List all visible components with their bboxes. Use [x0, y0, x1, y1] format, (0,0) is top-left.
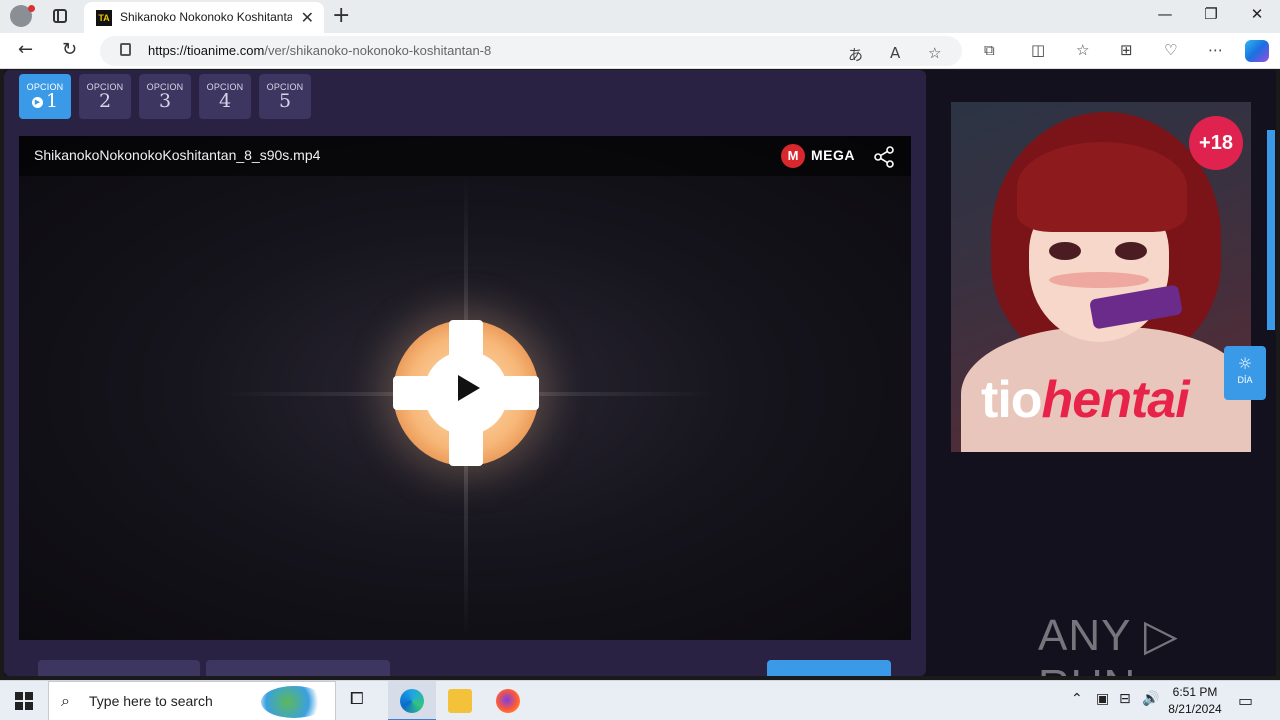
browser-essentials-icon[interactable]: ♡: [1164, 41, 1177, 59]
file-explorer-icon[interactable]: [448, 689, 472, 713]
day-mode-toggle[interactable]: ☼ DÍA: [1224, 346, 1266, 400]
browser-tab-active[interactable]: TA Shikanoko Nokonoko Koshitanta ✕: [84, 2, 324, 33]
play-circle-icon: ▶: [31, 97, 43, 108]
extensions-icon[interactable]: ⧉: [984, 41, 995, 59]
option-number: 4: [218, 90, 232, 112]
tab-actions-icon[interactable]: [53, 9, 67, 23]
firefox-icon[interactable]: [496, 689, 520, 713]
search-icon: ⌕: [61, 691, 70, 710]
restore-button[interactable]: ❐: [1188, 5, 1234, 23]
search-highlight-image: [261, 686, 327, 718]
video-file-name: ShikanokoNokonokoKoshitantan_8_s90s.mp4: [34, 147, 321, 163]
episode-nav-button[interactable]: [38, 660, 200, 676]
video-player[interactable]: ShikanokoNokonokoKoshitantan_8_s90s.mp4 …: [19, 136, 911, 640]
lock-icon[interactable]: [120, 43, 131, 56]
clock-time: 6:51 PM: [1172, 685, 1218, 699]
network-icon[interactable]: ⊟: [1119, 691, 1131, 707]
share-icon[interactable]: [873, 146, 895, 168]
taskbar-clock[interactable]: 6:51 PM 8/21/2024: [1160, 684, 1230, 718]
collections-icon[interactable]: ⊞: [1120, 41, 1133, 59]
option-number: ▶ 1: [19, 92, 71, 111]
new-tab-button[interactable]: +: [332, 3, 350, 28]
settings-more-icon[interactable]: ⋯: [1208, 41, 1223, 59]
ad-illustration: [1049, 272, 1149, 288]
profile-notification-dot: [28, 5, 35, 12]
ad-brand-logo: tiohentai: [981, 371, 1190, 429]
browser-tab-bar: TA Shikanoko Nokonoko Koshitanta ✕ + — ❐…: [0, 0, 1280, 33]
site-favicon-icon: TA: [96, 10, 112, 26]
age-badge: +18: [1189, 116, 1243, 170]
edge-icon[interactable]: [400, 689, 424, 713]
windows-taskbar: ⌕ Type here to search ⧠ ⌃ ▣ ⊟ 🔊 6:51 PM …: [0, 680, 1280, 720]
option-number: 2: [98, 90, 112, 112]
player-header: ShikanokoNokonokoKoshitantan_8_s90s.mp4 …: [19, 136, 911, 176]
show-hidden-icons-icon[interactable]: ⌃: [1071, 691, 1083, 707]
page-content: OPCION ▶ 1 OPCION 2 OPCION 3 OPCION 4 OPC…: [4, 70, 1276, 676]
download-button[interactable]: [767, 660, 891, 676]
ad-illustration: [1049, 242, 1081, 260]
anyrun-watermark: ANY ▷ RUN: [1038, 611, 1179, 676]
close-window-button[interactable]: ✕: [1234, 5, 1280, 23]
episode-list-button[interactable]: [206, 660, 390, 676]
taskbar-search-box[interactable]: ⌕ Type here to search: [48, 681, 336, 720]
option-2-button[interactable]: OPCION 2: [79, 74, 131, 119]
device-icon[interactable]: ▣: [1096, 691, 1109, 707]
main-panel: OPCION ▶ 1 OPCION 2 OPCION 3 OPCION 4 OPC…: [4, 70, 926, 676]
translate-icon[interactable]: あ: [848, 44, 863, 65]
tab-title: Shikanoko Nokonoko Koshitanta: [120, 10, 292, 24]
url-text: https://tioanime.com/ver/shikanoko-nokon…: [148, 43, 492, 58]
search-placeholder: Type here to search: [89, 693, 213, 709]
ad-illustration: [1017, 142, 1187, 232]
option-3-button[interactable]: OPCION 3: [139, 74, 191, 119]
option-number: 3: [158, 90, 172, 112]
notifications-icon[interactable]: ▭: [1238, 691, 1253, 710]
option-1-button[interactable]: OPCION ▶ 1: [19, 74, 71, 119]
refresh-icon[interactable]: ↻: [62, 39, 77, 60]
clock-date: 8/21/2024: [1168, 702, 1222, 716]
task-view-icon[interactable]: ⧠: [350, 689, 374, 713]
browser-address-bar: ← ↻ https://tioanime.com/ver/shikanoko-n…: [0, 33, 1280, 69]
back-icon[interactable]: ←: [18, 39, 33, 60]
minimize-button[interactable]: —: [1142, 5, 1188, 23]
option-4-button[interactable]: OPCION 4: [199, 74, 251, 119]
option-number: 5: [278, 90, 292, 112]
favorites-icon[interactable]: ☆: [1076, 41, 1089, 59]
mega-brand-label[interactable]: MEGA: [811, 147, 855, 163]
read-aloud-icon[interactable]: A: [890, 44, 900, 62]
play-icon: [458, 375, 480, 401]
url-field[interactable]: https://tioanime.com/ver/shikanoko-nokon…: [100, 36, 962, 66]
sidebar-ad-banner[interactable]: +18 tiohentai: [951, 102, 1251, 452]
option-5-button[interactable]: OPCION 5: [259, 74, 311, 119]
copilot-icon[interactable]: [1245, 40, 1269, 62]
tab-close-icon[interactable]: ✕: [301, 8, 314, 27]
windows-start-icon[interactable]: [15, 692, 33, 710]
ad-illustration: [1115, 242, 1147, 260]
sun-icon: ☼: [1237, 354, 1253, 373]
split-screen-icon[interactable]: ◫: [1031, 41, 1045, 59]
mega-logo-icon[interactable]: M: [781, 144, 805, 168]
day-mode-label: DÍA: [1237, 375, 1253, 385]
favorite-star-icon[interactable]: ☆: [928, 44, 941, 62]
scrollbar-thumb[interactable]: [1267, 130, 1275, 330]
volume-icon[interactable]: 🔊: [1142, 691, 1159, 707]
